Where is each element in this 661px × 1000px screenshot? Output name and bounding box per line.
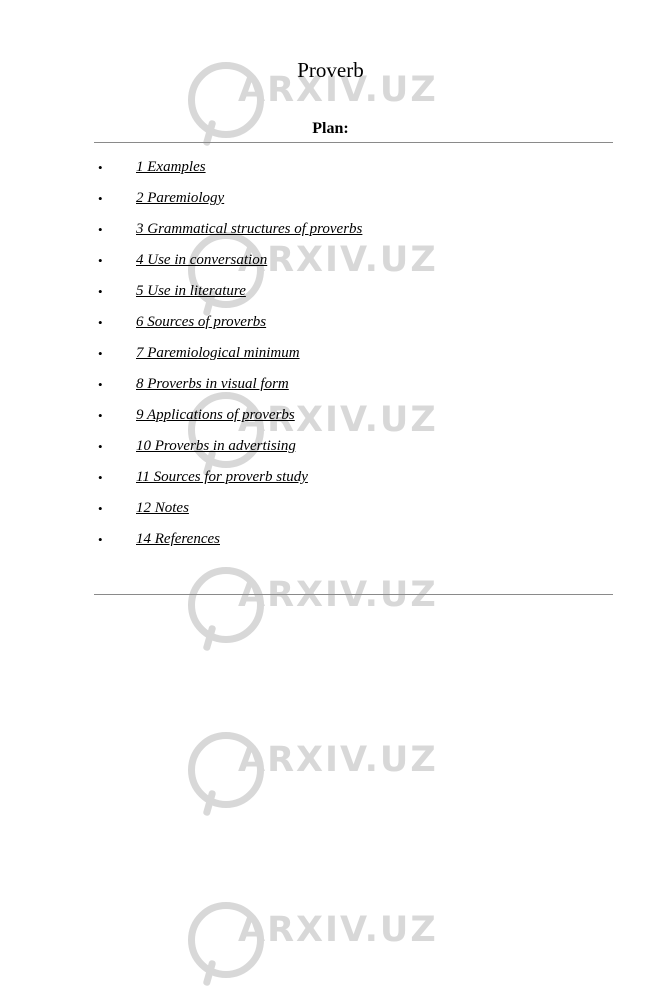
magnifier-icon xyxy=(188,732,264,808)
bullet-icon: • xyxy=(98,315,103,330)
bullet-icon: • xyxy=(98,222,103,237)
toc-link-10[interactable]: 10 Proverbs in advertising xyxy=(136,431,296,462)
bullet-icon: • xyxy=(98,439,103,454)
watermark-arxiv: ARXIV.UZ xyxy=(0,545,661,665)
bullet-icon: • xyxy=(98,160,103,175)
magnifier-icon xyxy=(188,567,264,643)
list-item: • 1 Examples xyxy=(94,152,613,183)
bullet-icon: • xyxy=(98,408,103,423)
bullet-icon: • xyxy=(98,253,103,268)
list-item: • 4 Use in conversation xyxy=(94,245,613,276)
table-of-contents: • 1 Examples • 2 Paremiology • 3 Grammatical … xyxy=(94,152,613,555)
toc-link-13[interactable]: 14 References xyxy=(136,524,220,555)
toc-link-6[interactable]: 6 Sources of proverbs xyxy=(136,307,266,338)
watermark-arxiv: ARXIV.UZ xyxy=(0,710,661,830)
watermark-text: ARXIV.UZ xyxy=(238,910,438,950)
toc-link-12[interactable]: 12 Notes xyxy=(136,493,189,524)
watermark-text: ARXIV.UZ xyxy=(238,740,438,780)
magnifier-handle-icon xyxy=(202,959,217,987)
bullet-icon: • xyxy=(98,377,103,392)
divider-top xyxy=(94,142,613,143)
list-item: • 6 Sources of proverbs xyxy=(94,307,613,338)
bullet-icon: • xyxy=(98,501,103,516)
magnifier-handle-icon xyxy=(202,624,217,652)
watermark-group: ARXIV.UZ xyxy=(182,545,482,665)
watermark-group: ARXIV.UZ xyxy=(182,710,482,830)
bullet-icon: • xyxy=(98,284,103,299)
bullet-icon: • xyxy=(98,470,103,485)
toc-link-2[interactable]: 2 Paremiology xyxy=(136,183,224,214)
bullet-icon: • xyxy=(98,191,103,206)
bullet-icon: • xyxy=(98,532,103,547)
toc-link-4[interactable]: 4 Use in conversation xyxy=(136,245,267,276)
toc-link-5[interactable]: 5 Use in literature xyxy=(136,276,246,307)
list-item: • 14 References xyxy=(94,524,613,555)
toc-link-11[interactable]: 11 Sources for proverb study xyxy=(136,462,308,493)
list-item: • 2 Paremiology xyxy=(94,183,613,214)
toc-link-9[interactable]: 9 Applications of proverbs xyxy=(136,400,295,431)
watermark-group: ARXIV.UZ xyxy=(182,880,482,1000)
list-item: • 8 Proverbs in visual form xyxy=(94,369,613,400)
list-item: • 12 Notes xyxy=(94,493,613,524)
list-item: • 7 Paremiological minimum xyxy=(94,338,613,369)
magnifier-icon xyxy=(188,902,264,978)
toc-link-1[interactable]: 1 Examples xyxy=(136,152,206,183)
list-item: • 10 Proverbs in advertising xyxy=(94,431,613,462)
toc-link-7[interactable]: 7 Paremiological minimum xyxy=(136,338,300,369)
toc-link-8[interactable]: 8 Proverbs in visual form xyxy=(136,369,289,400)
list-item: • 9 Applications of proverbs xyxy=(94,400,613,431)
list-item: • 5 Use in literature xyxy=(94,276,613,307)
magnifier-handle-icon xyxy=(202,789,217,817)
divider-bottom xyxy=(94,594,613,595)
watermark-text: ARXIV.UZ xyxy=(238,575,438,615)
plan-heading: Plan: xyxy=(312,120,349,137)
list-item: • 3 Grammatical structures of proverbs xyxy=(94,214,613,245)
bullet-icon: • xyxy=(98,346,103,361)
watermark-arxiv: ARXIV.UZ xyxy=(0,880,661,1000)
list-item: • 11 Sources for proverb study xyxy=(94,462,613,493)
page-title: Proverb xyxy=(297,58,364,82)
toc-link-3[interactable]: 3 Grammatical structures of proverbs xyxy=(136,214,362,245)
